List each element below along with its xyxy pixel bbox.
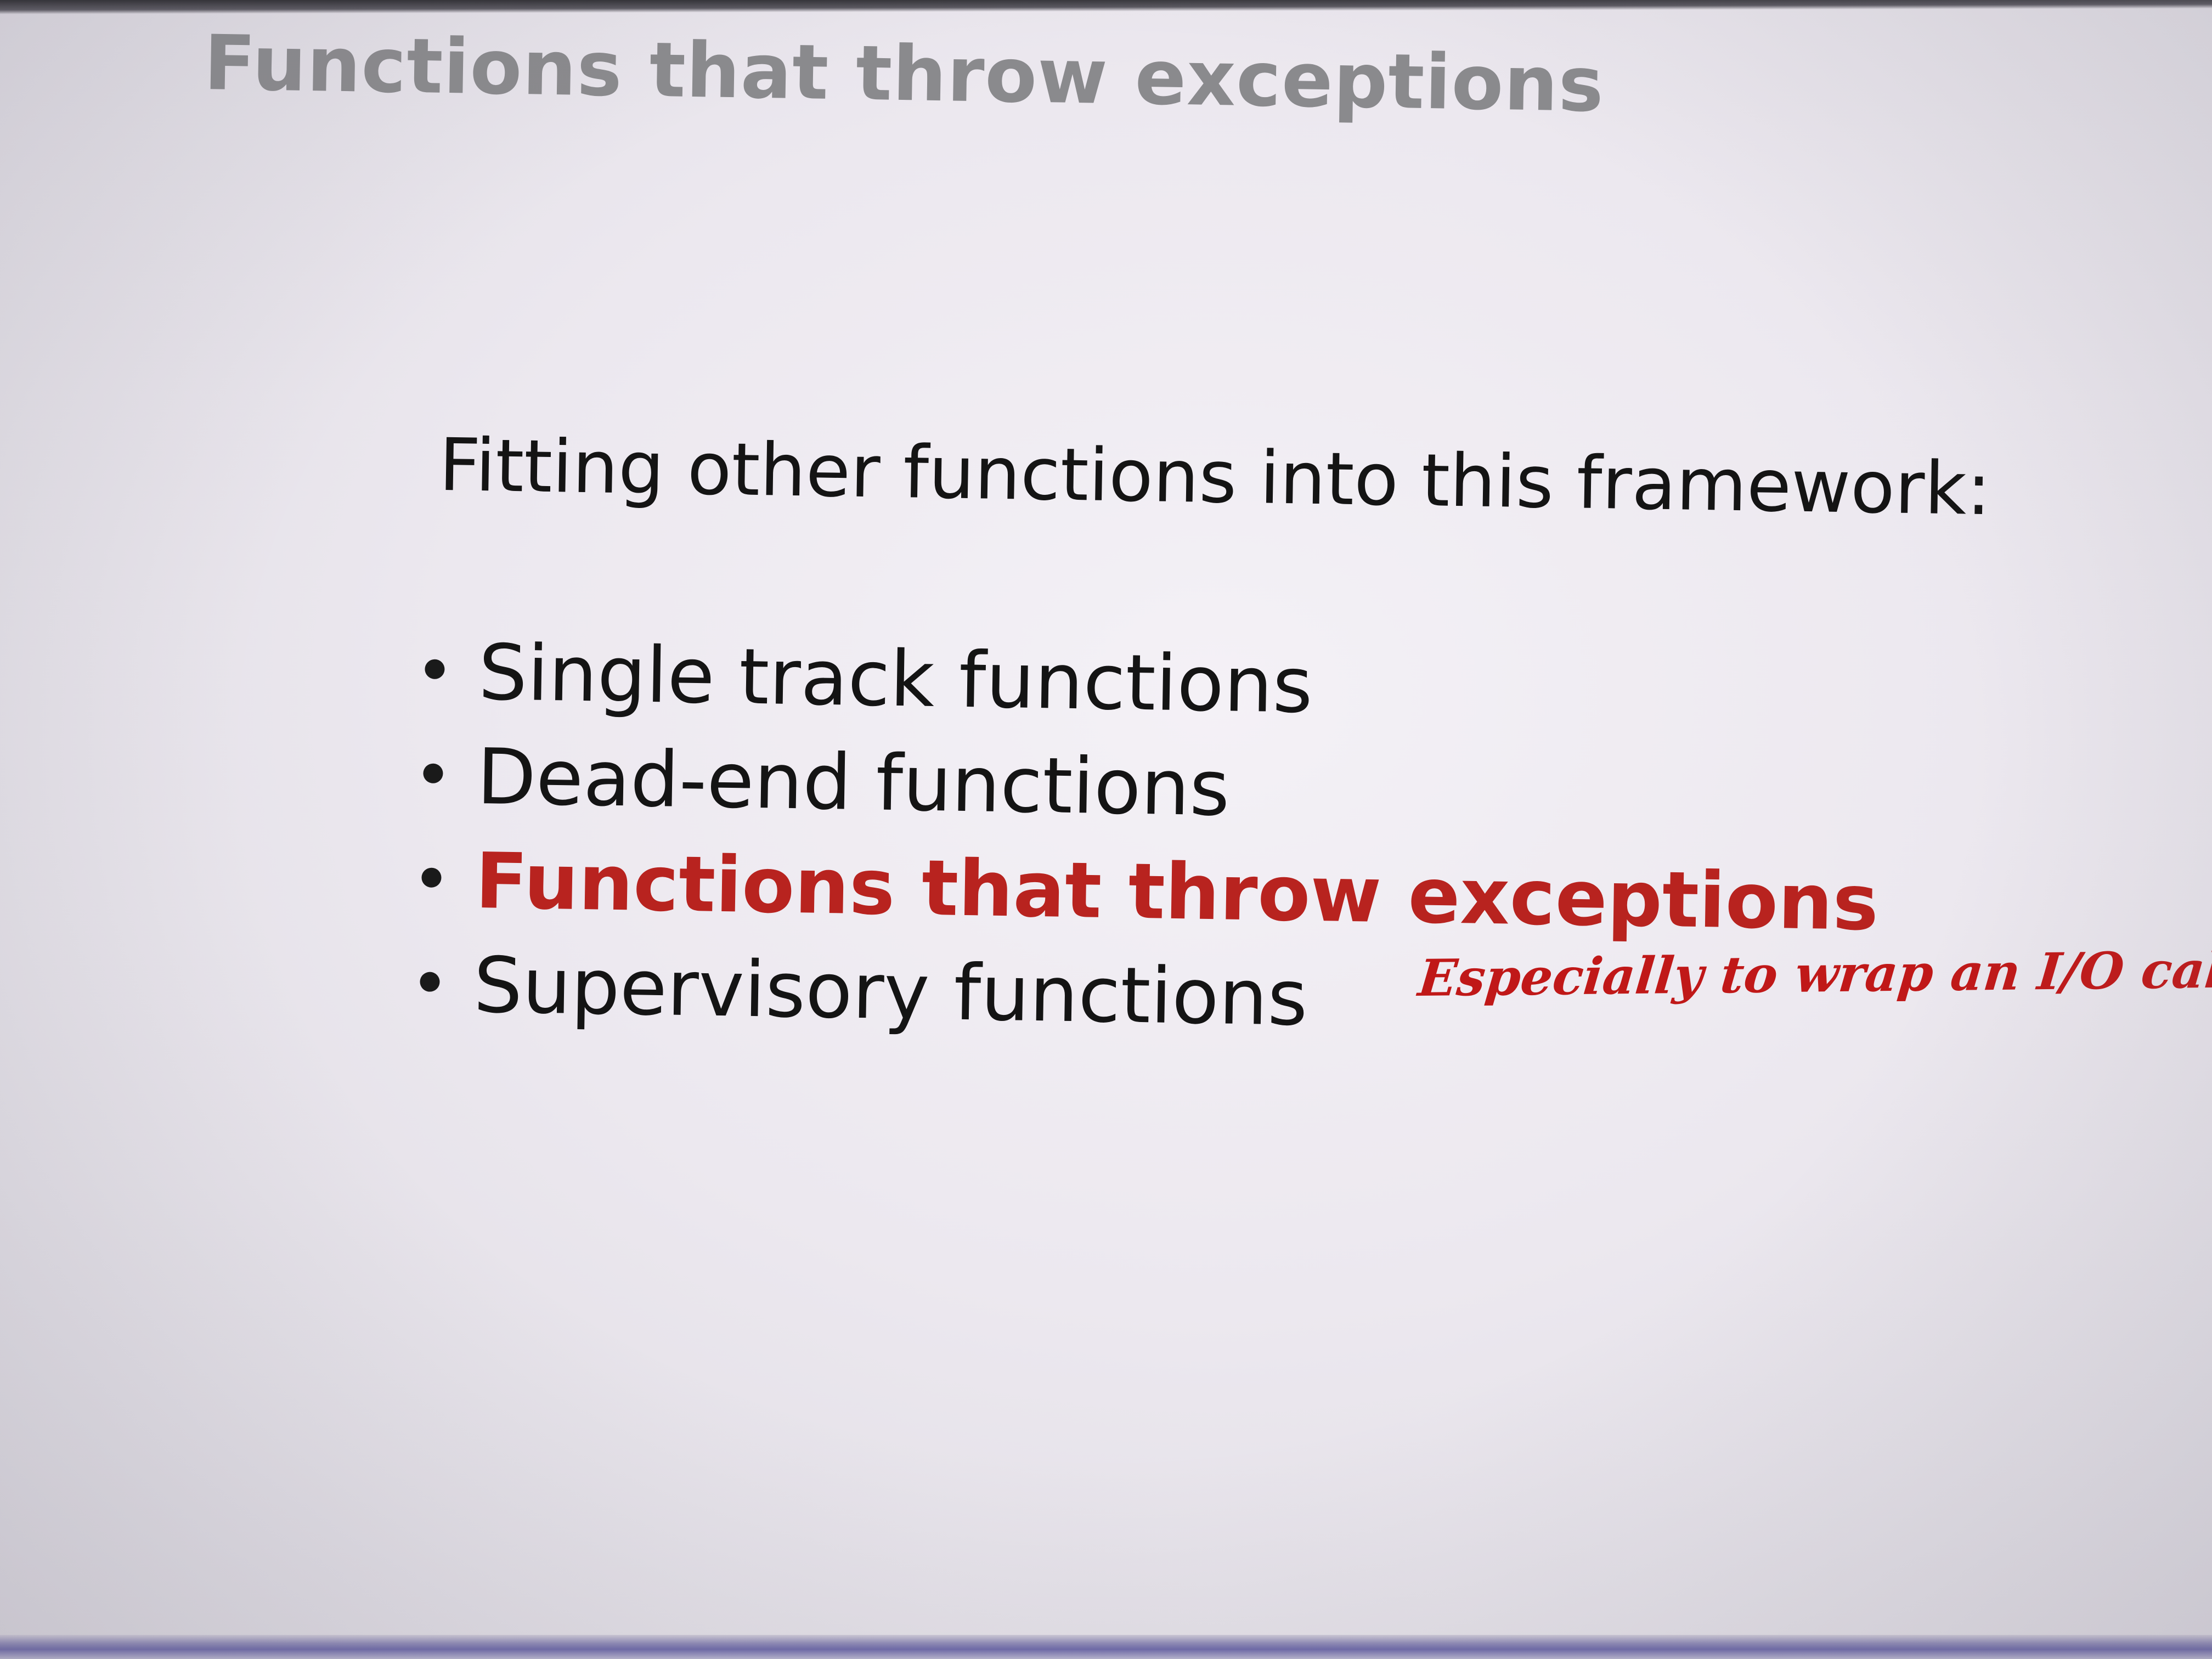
bullet-dot-icon <box>423 763 443 784</box>
photo-of-slide: Functions that throw exceptions Fitting … <box>0 0 2212 1659</box>
slide-bottom-bar <box>0 1635 2212 1659</box>
bullet-dot-icon <box>421 867 442 888</box>
lead-text: Fitting other functions into this framew… <box>438 422 1992 532</box>
slide-title: Functions that throw exceptions <box>203 19 1605 129</box>
slide: Functions that throw exceptions Fitting … <box>0 0 2212 1659</box>
bullet-text: Dead-end functions <box>476 732 1231 834</box>
bullet-dot-icon <box>425 659 445 680</box>
bullet-text: Single track functions <box>478 628 1313 731</box>
bullet-dot-icon <box>420 972 440 992</box>
bullet-text-highlighted: Functions that throw exceptions <box>475 836 1880 949</box>
bullet-text: Supervisory functions <box>473 940 1308 1043</box>
handwritten-annotation: Especially to wrap an I/O call <box>1415 940 2212 1008</box>
